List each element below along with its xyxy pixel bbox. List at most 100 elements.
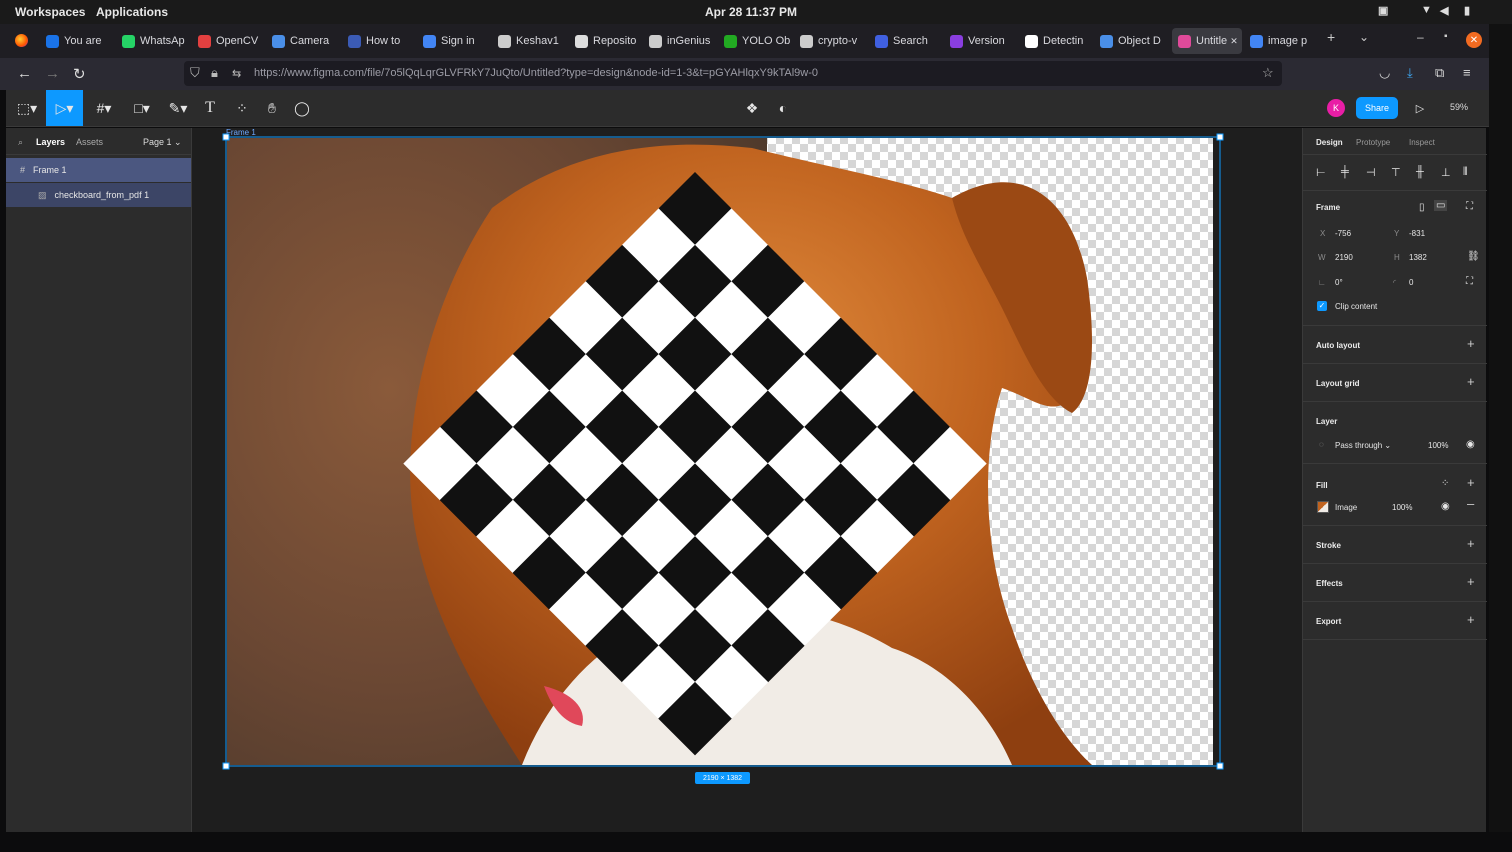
- lock-icon[interactable]: 🔒︎: [211, 65, 218, 81]
- align-right-icon[interactable]: ⊣: [1366, 166, 1376, 179]
- pen-tool-icon[interactable]: ✎▾: [164, 90, 192, 126]
- add-layout-grid-icon[interactable]: +: [1467, 374, 1475, 389]
- wifi-icon[interactable]: ▼: [1421, 4, 1432, 16]
- landscape-icon[interactable]: ▭: [1434, 200, 1448, 211]
- fill-image-swatch[interactable]: [1317, 501, 1329, 513]
- x-field[interactable]: -756: [1335, 229, 1351, 238]
- pocket-icon[interactable]: ◡: [1379, 65, 1390, 81]
- resize-handle-bottom-right[interactable]: [1216, 762, 1224, 770]
- scrollbar[interactable]: [1489, 24, 1512, 852]
- align-left-icon[interactable]: ⊢: [1316, 166, 1326, 179]
- constrain-proportions-icon[interactable]: ⛓: [1467, 251, 1480, 262]
- shape-tool-icon[interactable]: □▾: [128, 90, 156, 126]
- y-field[interactable]: -831: [1409, 229, 1425, 238]
- fill-opacity-field[interactable]: 100%: [1392, 503, 1412, 512]
- browser-tab[interactable]: Sign in: [423, 28, 491, 54]
- browser-tab[interactable]: Untitle ✕: [1172, 28, 1242, 54]
- search-icon[interactable]: ⌕: [18, 137, 23, 148]
- tab-list-chevron-icon[interactable]: ⌄: [1359, 30, 1369, 44]
- corner-radius-field[interactable]: 0: [1409, 278, 1413, 287]
- contrast-icon[interactable]: ◐: [773, 90, 793, 126]
- move-tool-icon[interactable]: ▷▾: [46, 90, 83, 126]
- resources-icon[interactable]: ⁘: [232, 90, 252, 126]
- figma-menu-icon[interactable]: ⬚▾: [14, 90, 40, 126]
- address-bar[interactable]: ⛉ 🔒︎ ⇆ https://www.figma.com/file/7o5lQq…: [184, 61, 1282, 86]
- browser-tab[interactable]: Object D: [1100, 28, 1168, 54]
- comment-tool-icon[interactable]: ◯: [292, 90, 312, 126]
- add-export-icon[interactable]: +: [1467, 612, 1475, 627]
- add-stroke-icon[interactable]: +: [1467, 536, 1475, 551]
- bookmark-star-icon[interactable]: ☆: [1262, 65, 1274, 81]
- menu-icon[interactable]: ≡: [1463, 65, 1471, 80]
- present-icon[interactable]: ▷: [1410, 90, 1430, 126]
- back-icon[interactable]: ←: [17, 65, 32, 82]
- rotation-field[interactable]: 0°: [1335, 278, 1343, 287]
- workspaces-menu[interactable]: Workspaces: [15, 5, 85, 19]
- tab-layers[interactable]: Layers: [36, 137, 65, 147]
- h-field[interactable]: 1382: [1409, 253, 1427, 262]
- blend-mode-select[interactable]: Pass through ⌄: [1335, 441, 1391, 450]
- add-auto-layout-icon[interactable]: +: [1467, 336, 1475, 351]
- url-text[interactable]: https://www.figma.com/file/7o5lQqLqrGLVF…: [254, 67, 818, 79]
- avatar[interactable]: K: [1327, 99, 1345, 117]
- screen-icon[interactable]: ▣: [1378, 4, 1388, 17]
- browser-tab[interactable]: crypto-v: [800, 28, 868, 54]
- text-tool-icon[interactable]: T: [200, 90, 220, 126]
- resize-handle-top-left[interactable]: [222, 133, 230, 141]
- browser-tab[interactable]: How to: [348, 28, 416, 54]
- clock[interactable]: Apr 28 11:37 PM: [705, 5, 797, 19]
- frame-tool-icon[interactable]: #▾: [90, 90, 118, 126]
- reload-icon[interactable]: ↻: [73, 65, 86, 83]
- browser-tab[interactable]: inGenius: [649, 28, 717, 54]
- independent-corners-icon[interactable]: ⛶: [1466, 276, 1473, 287]
- maximize-icon[interactable]: ▪: [1444, 31, 1448, 42]
- frame-artwork[interactable]: [192, 128, 1302, 832]
- tab-inspect[interactable]: Inspect: [1409, 138, 1435, 147]
- layer-opacity-field[interactable]: 100%: [1428, 441, 1448, 450]
- resize-handle-bottom-left[interactable]: [222, 762, 230, 770]
- eye-icon[interactable]: ◉: [1466, 439, 1475, 450]
- resize-to-fit-icon[interactable]: ⛶: [1466, 201, 1473, 212]
- browser-tab[interactable]: OpenCV: [198, 28, 266, 54]
- battery-icon[interactable]: ▮: [1464, 4, 1470, 17]
- forward-icon[interactable]: →: [45, 65, 60, 82]
- clip-content-checkbox[interactable]: ✓: [1317, 301, 1327, 311]
- browser-tab[interactable]: Search: [875, 28, 943, 54]
- new-tab-icon[interactable]: +: [1327, 29, 1335, 45]
- browser-tab[interactable]: YOLO Ob: [724, 28, 792, 54]
- permissions-icon[interactable]: ⇆: [232, 67, 241, 80]
- canvas[interactable]: Frame 1 2190 × 1382: [192, 128, 1302, 832]
- shield-icon[interactable]: ⛉: [190, 65, 200, 81]
- minimize-icon[interactable]: –: [1417, 30, 1424, 44]
- align-center-v-icon[interactable]: ╫: [1416, 166, 1424, 178]
- align-center-h-icon[interactable]: ╪: [1341, 166, 1349, 178]
- extensions-icon[interactable]: ⧉: [1435, 65, 1444, 81]
- applications-menu[interactable]: Applications: [96, 5, 168, 19]
- layer-row-frame[interactable]: # Frame 1: [6, 158, 191, 182]
- align-top-icon[interactable]: ⊤: [1391, 166, 1401, 179]
- hand-tool-icon[interactable]: ✋︎: [262, 90, 282, 126]
- close-tab-icon[interactable]: ✕: [1230, 36, 1238, 47]
- add-fill-icon[interactable]: +: [1467, 475, 1475, 490]
- tab-assets[interactable]: Assets: [76, 137, 103, 147]
- browser-tab[interactable]: Version: [950, 28, 1018, 54]
- close-window-icon[interactable]: ✕: [1466, 32, 1482, 48]
- align-bottom-icon[interactable]: ⊥: [1441, 166, 1451, 179]
- browser-tab[interactable]: Detectin: [1025, 28, 1093, 54]
- w-field[interactable]: 2190: [1335, 253, 1353, 262]
- fill-eye-icon[interactable]: ◉: [1441, 501, 1450, 512]
- tab-design[interactable]: Design: [1316, 138, 1343, 147]
- firefox-icon[interactable]: [15, 34, 28, 47]
- resize-handle-top-right[interactable]: [1216, 133, 1224, 141]
- remove-fill-icon[interactable]: –: [1467, 496, 1474, 511]
- browser-tab[interactable]: image p: [1250, 28, 1318, 54]
- layer-row-image[interactable]: ▨ checkboard_from_pdf 1: [6, 183, 191, 207]
- zoom-level[interactable]: 59%: [1450, 102, 1468, 112]
- portrait-icon[interactable]: ▯: [1419, 202, 1425, 213]
- browser-tab[interactable]: Keshav1: [498, 28, 566, 54]
- browser-tab[interactable]: WhatsAp: [122, 28, 190, 54]
- browser-tab[interactable]: You are: [46, 28, 114, 54]
- browser-tab[interactable]: Camera: [272, 28, 340, 54]
- frame-section-title[interactable]: Frame: [1316, 203, 1340, 212]
- downloads-icon[interactable]: ⤓: [1407, 65, 1413, 81]
